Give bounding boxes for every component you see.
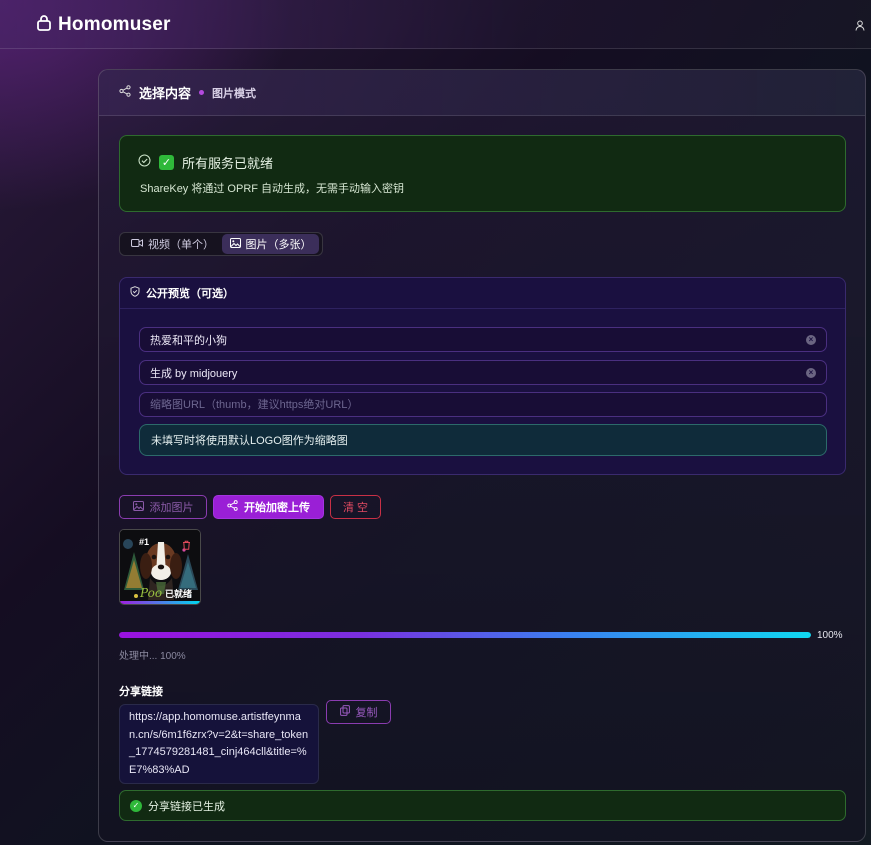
image-icon <box>132 500 144 514</box>
share-link-label: 分享链接 <box>119 686 163 698</box>
clear-label: 清 空 <box>342 502 369 514</box>
image-thumbnail[interactable]: Poo #1 已就绪 <box>119 529 201 605</box>
copy-icon <box>339 705 350 719</box>
tab-images[interactable]: 图片（多张） <box>221 234 319 254</box>
mode-dot <box>199 90 205 95</box>
image-index-label: #1 <box>139 537 150 547</box>
check-circle-icon <box>138 154 151 172</box>
progress-status-text: 处理中... 100% <box>119 651 186 662</box>
share-link-field[interactable]: https://app.homomuse.artistfeynman.cn/s/… <box>119 704 319 784</box>
upload-progress-track <box>119 632 811 638</box>
thumbnail-note: 未填写时将使用默认LOGO图作为缩略图 <box>139 424 827 456</box>
check-circle-icon: ✓ <box>130 799 142 812</box>
media-type-tabs: 视频（单个） 图片（多张） <box>119 232 323 256</box>
preview-title-value: 热爱和平的小狗 <box>150 334 227 347</box>
action-buttons: 添加图片 开始加密上传 清 空 <box>119 495 381 519</box>
share-icon <box>227 500 238 514</box>
upload-progress-fill <box>119 632 811 638</box>
user-icon[interactable] <box>855 18 865 36</box>
top-bar: Homomuser <box>0 0 871 49</box>
card-title: 选择内容 <box>139 86 192 101</box>
clear-button[interactable]: 清 空 <box>330 495 381 519</box>
clear-subtitle-icon[interactable]: × <box>806 368 816 378</box>
mode-label: 图片模式 <box>212 87 257 100</box>
progress-percent: 100% <box>817 630 843 641</box>
copy-label: 复制 <box>355 707 378 719</box>
checkmark-icon: ✓ <box>159 155 174 170</box>
signature-text: Poo <box>140 586 163 600</box>
start-upload-label: 开始加密上传 <box>244 502 310 514</box>
preview-subtitle-input[interactable]: 生成 by midjouery × <box>139 360 827 385</box>
start-encrypted-upload-button[interactable]: 开始加密上传 <box>213 495 324 519</box>
share-success-text: 分享链接已生成 <box>148 800 225 813</box>
lock-icon <box>36 14 52 36</box>
tab-video[interactable]: 视频（单个） <box>123 234 222 254</box>
trash-icon[interactable] <box>182 537 191 555</box>
tab-images-label: 图片（多张） <box>245 239 312 251</box>
clear-title-icon[interactable]: × <box>806 335 816 345</box>
thumbnail-url-input[interactable] <box>139 392 827 417</box>
image-icon <box>229 237 241 251</box>
share-icon <box>119 84 131 102</box>
tab-video-label: 视频（单个） <box>148 239 214 251</box>
card-header: 选择内容 图片模式 <box>99 70 865 116</box>
app-logo[interactable]: Homomuser <box>36 14 171 36</box>
preview-title: 公开预览（可选） <box>146 288 234 300</box>
public-preview-section: 公开预览（可选） 热爱和平的小狗 × 生成 by midjouery × 未填写… <box>119 277 846 475</box>
app-name: Homomuser <box>58 14 171 35</box>
preview-header: 公开预览（可选） <box>120 278 845 309</box>
image-progress-bar <box>120 601 200 604</box>
add-images-label: 添加图片 <box>149 502 194 514</box>
service-status-box: ✓ 所有服务已就绪 ShareKey 将通过 OPRF 自动生成，无需手动输入密… <box>119 135 846 212</box>
video-icon <box>131 238 143 251</box>
image-ready-badge: 已就绪 <box>165 589 193 599</box>
add-images-button[interactable]: 添加图片 <box>119 495 207 519</box>
share-success-box: ✓ 分享链接已生成 <box>119 790 846 821</box>
preview-subtitle-value: 生成 by midjouery <box>150 367 238 380</box>
status-description: ShareKey 将通过 OPRF 自动生成，无需手动输入密钥 <box>140 183 405 195</box>
preview-title-input[interactable]: 热爱和平的小狗 × <box>139 327 827 352</box>
status-title: 所有服务已就绪 <box>182 156 274 171</box>
copy-button[interactable]: 复制 <box>326 700 391 724</box>
content-card: 选择内容 图片模式 ✓ 所有服务已就绪 ShareKey 将通过 OPRF 自动… <box>98 69 866 842</box>
shield-icon <box>130 284 140 302</box>
